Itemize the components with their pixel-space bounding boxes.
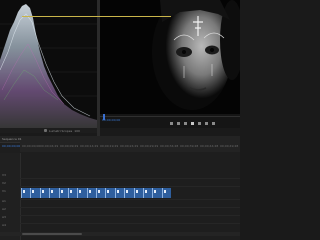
ruler-label: 00;00;29;29: [140, 144, 159, 148]
clip-thumbnail-icon: [135, 190, 138, 193]
ruler-label: 00;00;49;28: [220, 144, 239, 148]
timeline-clip[interactable]: [21, 188, 30, 198]
clip-thumbnail-icon: [51, 190, 54, 193]
clip-thumbnail-icon: [107, 190, 110, 193]
clip-thumbnail-icon: [144, 190, 147, 193]
scope-value-label[interactable]: 100: [74, 129, 80, 133]
timeline-clip[interactable]: [49, 188, 58, 198]
step-back-icon[interactable]: [184, 122, 187, 125]
track-label-a1[interactable]: A1: [2, 199, 6, 203]
mark-in-icon[interactable]: [170, 122, 173, 125]
timeline-clip[interactable]: [30, 188, 39, 198]
ruler-label: 00;00;39;28: [180, 144, 199, 148]
ruler-label: 00;00;00;00: [22, 144, 41, 148]
track-lane-a1[interactable]: [20, 199, 240, 200]
track-label-a2[interactable]: A2: [2, 207, 6, 211]
program-scrub-bar[interactable]: 00;00;00;00: [100, 114, 240, 128]
ruler-label: 00;00;34;28: [160, 144, 179, 148]
waveform-scope: [0, 0, 97, 128]
timeline-clip[interactable]: [96, 188, 105, 198]
clip-thumbnail-icon: [32, 190, 35, 193]
scope-toolbar: Lumetri Scopes 100: [0, 128, 97, 133]
timeline-clip[interactable]: [67, 188, 77, 198]
timeline-timecode[interactable]: 00;00;00;00: [2, 144, 20, 148]
wrench-icon[interactable]: [44, 129, 47, 132]
lumetri-scopes-panel: Lumetri Scopes 100: [0, 0, 97, 133]
program-monitor: 00;00;00;00: [100, 0, 240, 128]
mark-out-icon[interactable]: [177, 122, 180, 125]
clip-thumbnail-icon: [60, 190, 63, 193]
ruler-label: 00;00;24;29: [120, 144, 139, 148]
step-forward-icon[interactable]: [198, 122, 201, 125]
timeline-clip[interactable]: [39, 188, 49, 198]
track-label-a3[interactable]: A3: [2, 215, 6, 219]
ruler-label: 00;00;14;29: [80, 144, 99, 148]
scope-name-label[interactable]: Lumetri Scopes: [49, 129, 72, 133]
track-label-v3[interactable]: V3: [2, 173, 6, 177]
track-lane-a4[interactable]: [20, 223, 240, 224]
insert-icon[interactable]: [205, 122, 208, 125]
clip-thumbnail-icon: [126, 190, 129, 193]
clip-thumbnail-icon: [41, 190, 44, 193]
ruler-label: 00;00;09;29: [60, 144, 79, 148]
timeline-clip[interactable]: [86, 188, 96, 198]
clip-thumbnail-icon: [154, 190, 157, 193]
track-label-v2[interactable]: V2: [2, 181, 6, 185]
timeline-ruler[interactable]: 00;00;00;00 00;00;04;29 00;00;09;29 00;0…: [20, 142, 240, 152]
timeline-clip[interactable]: [161, 188, 171, 198]
ruler-label: 00;00;04;29: [40, 144, 59, 148]
timeline-clip[interactable]: [58, 188, 68, 198]
clip-thumbnail-icon: [69, 190, 72, 193]
timeline-clip[interactable]: [133, 188, 143, 198]
program-timecode[interactable]: 00;00;00;00: [102, 118, 120, 122]
video-track-v1-clips[interactable]: [21, 188, 171, 198]
track-lane-v3[interactable]: [20, 178, 240, 179]
scrollbar-thumb[interactable]: [22, 233, 82, 235]
track-headers: V3 V2 V1 A1 A2 A3 A4: [0, 153, 21, 240]
sequence-name[interactable]: Sequence 01: [2, 137, 22, 141]
ruler-label: 00;00;44;28: [200, 144, 219, 148]
work-area-bar[interactable]: [22, 16, 171, 17]
clip-thumbnail-icon: [163, 190, 166, 193]
scrub-ruler[interactable]: [100, 116, 240, 117]
export-frame-icon[interactable]: [212, 122, 215, 125]
timeline-clip[interactable]: [77, 188, 86, 198]
track-lane-a3[interactable]: [20, 215, 240, 216]
timeline-clip[interactable]: [124, 188, 133, 198]
track-label-v1[interactable]: V1: [2, 189, 6, 193]
timeline-clip[interactable]: [152, 188, 161, 198]
clip-thumbnail-icon: [23, 190, 25, 193]
timeline-clip[interactable]: [105, 188, 114, 198]
track-lane-a2[interactable]: [20, 207, 240, 208]
clip-thumbnail-icon: [79, 190, 82, 193]
track-label-a4[interactable]: A4: [2, 223, 6, 227]
timeline-scrollbar[interactable]: [0, 232, 240, 236]
timeline-clip[interactable]: [142, 188, 152, 198]
play-icon[interactable]: [191, 122, 194, 125]
ruler-label: 00;00;19;29: [100, 144, 119, 148]
clip-thumbnail-icon: [88, 190, 91, 193]
timeline-clip[interactable]: [114, 188, 124, 198]
clip-thumbnail-icon: [116, 190, 119, 193]
track-lane-v2[interactable]: [20, 186, 240, 187]
transport-controls: [170, 122, 215, 125]
clip-thumbnail-icon: [98, 190, 100, 193]
program-video-frame: [100, 0, 240, 114]
